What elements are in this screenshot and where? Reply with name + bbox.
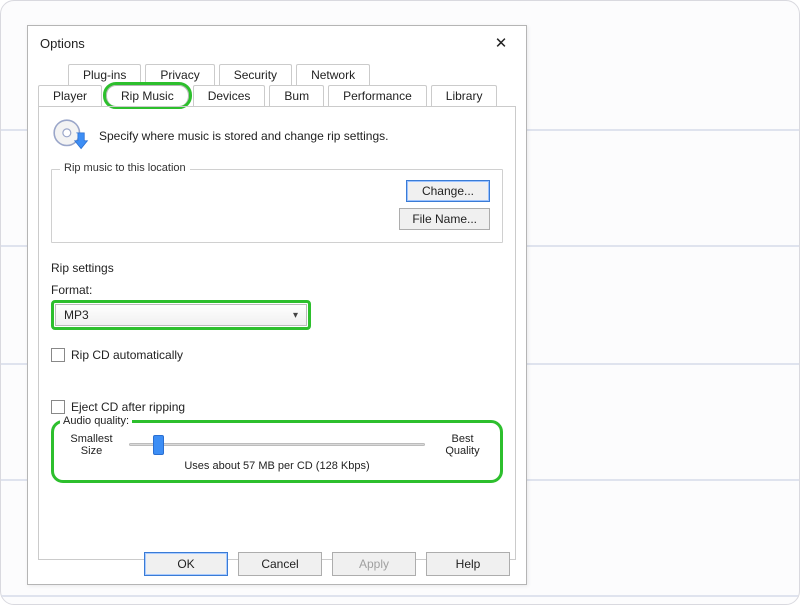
format-select[interactable]: MP3 ▾ bbox=[55, 304, 307, 326]
audio-quality-legend: Audio quality: bbox=[60, 415, 132, 427]
tab-rip-music[interactable]: Rip Music bbox=[106, 85, 189, 106]
tabstrip-row1: Plug-ins Privacy Security Network bbox=[38, 64, 516, 85]
eject-checkbox[interactable] bbox=[51, 400, 65, 414]
smallest-size-label: SmallestSize bbox=[64, 433, 119, 457]
rip-auto-checkbox[interactable] bbox=[51, 348, 65, 362]
tab-security[interactable]: Security bbox=[219, 64, 292, 85]
close-button[interactable]: ✕ bbox=[488, 30, 514, 56]
tab-player[interactable]: Player bbox=[38, 85, 102, 106]
tabstrip-row2: Player Rip Music Devices Bum Performance… bbox=[38, 85, 516, 106]
description-row: Specify where music is stored and change… bbox=[51, 117, 503, 155]
filename-button[interactable]: File Name... bbox=[399, 208, 490, 230]
tab-plugins[interactable]: Plug-ins bbox=[68, 64, 141, 85]
options-dialog: Options ✕ Plug-ins Privacy Security Netw… bbox=[27, 25, 527, 585]
rip-settings-section: Rip settings Format: MP3 ▾ Rip CD automa… bbox=[51, 261, 503, 483]
slider-thumb[interactable] bbox=[153, 435, 164, 455]
tab-performance[interactable]: Performance bbox=[328, 85, 427, 106]
apply-button[interactable]: Apply bbox=[332, 552, 416, 576]
tabs-area: Plug-ins Privacy Security Network Player… bbox=[28, 60, 526, 106]
tab-panel: Specify where music is stored and change… bbox=[38, 106, 516, 560]
format-label: Format: bbox=[51, 283, 503, 297]
close-icon: ✕ bbox=[495, 34, 508, 52]
chevron-down-icon: ▾ bbox=[293, 310, 298, 321]
rip-location-group: Rip music to this location Change... Fil… bbox=[51, 169, 503, 243]
rip-settings-legend: Rip settings bbox=[51, 261, 114, 275]
tab-devices[interactable]: Devices bbox=[193, 85, 266, 106]
cd-rip-icon bbox=[51, 117, 89, 155]
help-button[interactable]: Help bbox=[426, 552, 510, 576]
titlebar: Options ✕ bbox=[28, 26, 526, 60]
slider-caption: Uses about 57 MB per CD (128 Kbps) bbox=[64, 460, 490, 472]
best-quality-label: BestQuality bbox=[435, 433, 490, 457]
quality-slider[interactable] bbox=[129, 433, 425, 457]
eject-label: Eject CD after ripping bbox=[71, 400, 185, 414]
page-root: Options ✕ Plug-ins Privacy Security Netw… bbox=[0, 0, 800, 605]
rip-auto-row: Rip CD automatically bbox=[51, 348, 503, 362]
change-button[interactable]: Change... bbox=[406, 180, 490, 202]
rip-location-legend: Rip music to this location bbox=[60, 162, 190, 174]
eject-row: Eject CD after ripping bbox=[51, 400, 503, 414]
description-text: Specify where music is stored and change… bbox=[99, 129, 388, 143]
tab-network[interactable]: Network bbox=[296, 64, 370, 85]
ok-button[interactable]: OK bbox=[144, 552, 228, 576]
rip-location-buttons: Change... File Name... bbox=[64, 180, 490, 230]
tab-privacy[interactable]: Privacy bbox=[145, 64, 214, 85]
format-value: MP3 bbox=[64, 308, 89, 322]
slider-track bbox=[129, 443, 425, 446]
tab-library[interactable]: Library bbox=[431, 85, 498, 106]
audio-quality-highlight: Audio quality: SmallestSize BestQuality bbox=[51, 420, 503, 483]
window-title: Options bbox=[40, 36, 85, 51]
dialog-button-bar: OK Cancel Apply Help bbox=[144, 552, 510, 576]
slider-row: SmallestSize BestQuality bbox=[64, 433, 490, 457]
rip-auto-label: Rip CD automatically bbox=[71, 348, 183, 362]
cancel-button[interactable]: Cancel bbox=[238, 552, 322, 576]
tab-burn[interactable]: Bum bbox=[269, 85, 324, 106]
format-highlight: MP3 ▾ bbox=[51, 300, 311, 330]
